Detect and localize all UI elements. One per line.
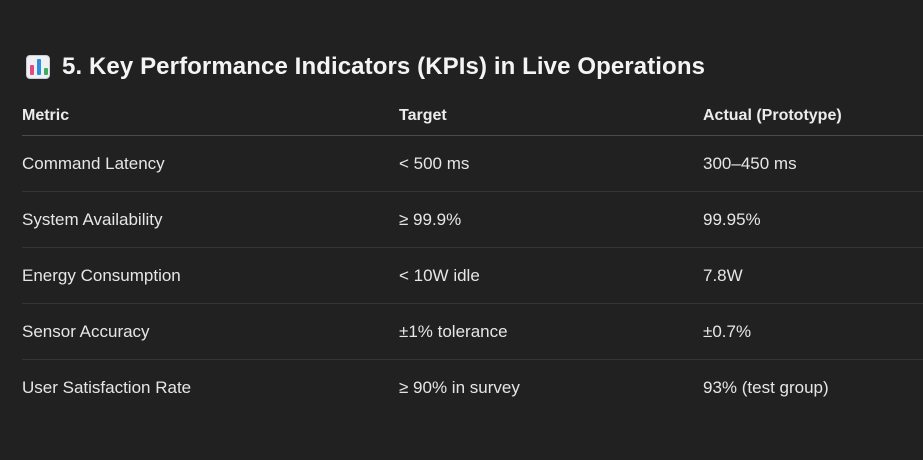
metric-cell: User Satisfaction Rate — [22, 377, 192, 397]
column-header-metric: Metric — [22, 96, 399, 136]
bar-chart-icon — [26, 55, 50, 79]
target-cell: < 10W idle — [399, 247, 703, 304]
section-heading: 5. Key Performance Indicators (KPIs) in … — [26, 50, 705, 84]
metric-cell: System Availability — [22, 191, 399, 248]
target-cell: < 500 ms — [399, 135, 703, 192]
actual-cell: 93% (test group) — [703, 377, 829, 397]
bar-chart-icon-bar — [37, 59, 41, 75]
bar-chart-icon-bar — [30, 65, 34, 75]
target-cell: ≥ 90% in survey — [399, 377, 520, 397]
table-row: User Satisfaction Rate ≥ 90% in survey 9… — [22, 360, 923, 416]
table-row: Command Latency < 500 ms 300–450 ms — [22, 135, 923, 192]
section-title: 5. Key Performance Indicators (KPIs) in … — [62, 53, 706, 80]
metric-cell: Sensor Accuracy — [22, 303, 399, 360]
kpi-table: Metric Target Actual (Prototype) Command… — [22, 96, 923, 415]
document-page: 5. Key Performance Indicators (KPIs) in … — [0, 0, 923, 460]
bar-chart-icon-bar — [44, 68, 48, 75]
column-header-actual: Actual (Prototype) — [703, 96, 923, 136]
actual-cell: 300–450 ms — [703, 135, 923, 192]
metric-cell: Command Latency — [22, 135, 399, 192]
table-header-row: Metric Target Actual (Prototype) — [22, 96, 923, 136]
target-cell: ±1% tolerance — [399, 303, 703, 360]
column-header-target: Target — [399, 96, 703, 136]
table-row: Sensor Accuracy ±1% tolerance ±0.7% — [22, 303, 923, 360]
table-row: System Availability ≥ 99.9% 99.95% — [22, 191, 923, 248]
actual-cell: ±0.7% — [703, 303, 923, 360]
metric-cell: Energy Consumption — [22, 247, 399, 304]
actual-cell: 7.8W — [703, 247, 923, 304]
table-row: Energy Consumption < 10W idle 7.8W — [22, 247, 923, 304]
actual-cell: 99.95% — [703, 191, 923, 248]
target-cell: ≥ 99.9% — [399, 191, 703, 248]
